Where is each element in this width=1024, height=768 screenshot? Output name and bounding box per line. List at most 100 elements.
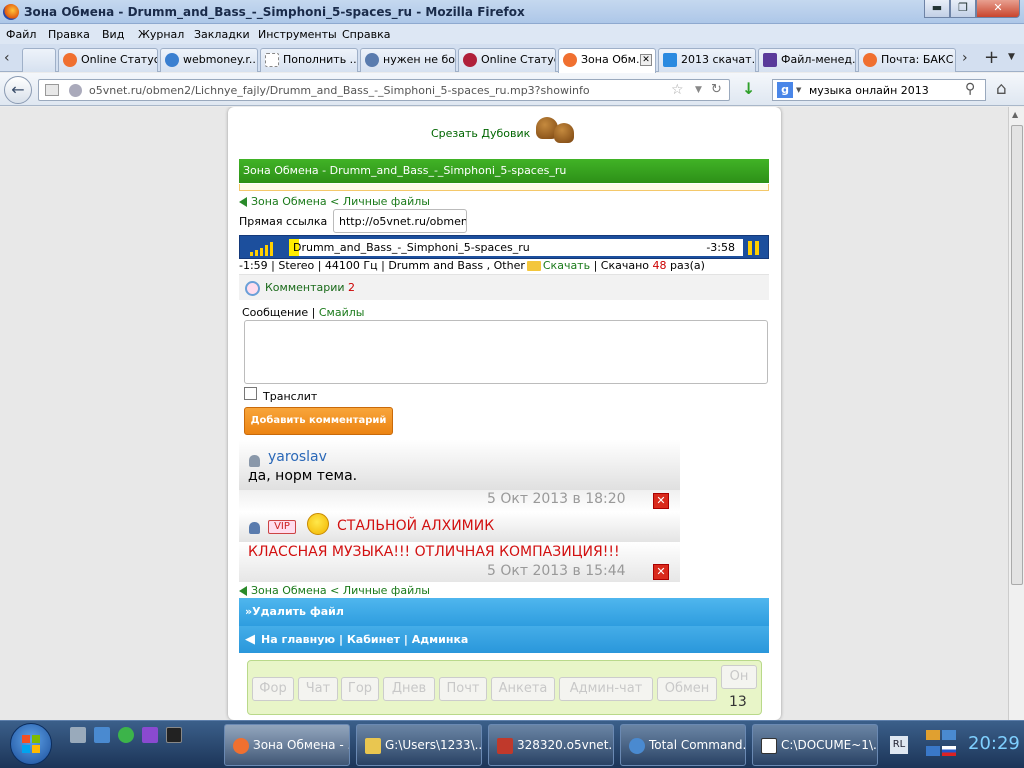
task-total-commander[interactable]: Total Command... <box>620 724 746 766</box>
menu-mail[interactable]: Почт <box>439 677 487 701</box>
task-firefox[interactable]: Зона Обмена - ... <box>224 724 350 766</box>
menu-help[interactable]: Справка <box>342 28 390 41</box>
search-box[interactable]: g ▼ музыка онлайн 2013 ⚲ <box>772 79 986 101</box>
scroll-tabs-left-icon[interactable]: ‹ <box>4 50 10 66</box>
vip-badge: VIP <box>268 520 296 534</box>
back-button[interactable]: ← <box>4 76 32 104</box>
google-icon: g <box>777 82 793 98</box>
breadcrumb-home[interactable]: Зона Обмена <box>251 584 327 597</box>
url-history-icon[interactable]: ▼ <box>695 85 702 95</box>
menu-file[interactable]: Файл <box>6 28 36 41</box>
language-indicator[interactable]: RL <box>890 736 908 754</box>
network-icon-2[interactable] <box>926 746 940 756</box>
nav-cabinet[interactable]: Кабинет <box>347 633 400 646</box>
page-header: Зона Обмена - Drumm_and_Bass_-_Simphoni_… <box>239 159 769 183</box>
quicklaunch-desktop-icon[interactable] <box>94 727 110 743</box>
message-labels: Сообщение | Смайлы <box>242 306 365 319</box>
network-icon[interactable] <box>942 730 956 740</box>
restore-button[interactable]: ❐ <box>950 0 976 18</box>
start-button[interactable] <box>10 723 52 765</box>
delete-comment-icon[interactable]: ✕ <box>653 564 669 580</box>
quicklaunch-clock-icon[interactable] <box>70 727 86 743</box>
clock[interactable]: 20:29 <box>968 733 1020 754</box>
new-tab-icon[interactable]: + <box>984 47 999 68</box>
menu-city[interactable]: Гор <box>341 677 379 701</box>
comment-textarea[interactable] <box>244 320 768 384</box>
tab-webmoney[interactable]: webmoney.r... <box>160 48 258 72</box>
chevron-down-icon[interactable]: ▼ <box>796 86 801 94</box>
heart-icon <box>63 53 77 67</box>
minimize-button[interactable]: ▬ <box>924 0 950 18</box>
scroll-tabs-right-icon[interactable]: › <box>962 50 968 66</box>
scrollbar-thumb[interactable] <box>1011 125 1023 585</box>
search-icon[interactable]: ⚲ <box>965 81 975 97</box>
tab-file-manager[interactable]: Файл-менед... <box>758 48 856 72</box>
nav-admin[interactable]: Админка <box>412 633 469 646</box>
menu-admin-chat[interactable]: Админ-чат <box>559 677 653 701</box>
tab-blank[interactable] <box>22 48 56 72</box>
quicklaunch-icq-icon[interactable] <box>118 727 134 743</box>
breadcrumb-section[interactable]: Личные файлы <box>343 584 430 597</box>
breadcrumb-home[interactable]: Зона Обмена <box>251 195 327 208</box>
back-arrow-icon: ◀ <box>245 632 255 647</box>
breadcrumb-section[interactable]: Личные файлы <box>343 195 430 208</box>
quicklaunch-vs-icon[interactable] <box>142 727 158 743</box>
bookmark-star-icon[interactable]: ☆ <box>671 82 684 98</box>
delete-file-link[interactable]: »Удалить файл <box>239 598 769 626</box>
nav-home[interactable]: На главную <box>261 633 335 646</box>
volume-bars-icon[interactable] <box>250 242 280 256</box>
info-genre: Drumm and Bass , Other <box>388 259 525 272</box>
menu-edit[interactable]: Правка <box>48 28 90 41</box>
download-icon[interactable]: ↓ <box>742 79 755 98</box>
site-identity-icon[interactable] <box>69 84 82 97</box>
menu-chat[interactable]: Чат <box>298 677 338 701</box>
pause-icon[interactable] <box>748 241 760 255</box>
menu-profile[interactable]: Анкета <box>491 677 555 701</box>
comments-link[interactable]: Комментарии <box>265 281 345 294</box>
comment-author[interactable]: СТАЛЬНОЙ АЛХИМИК <box>337 518 494 534</box>
home-icon[interactable]: ⌂ <box>996 79 1007 99</box>
comment-author[interactable]: yaroslav <box>268 449 327 465</box>
add-comment-button[interactable]: Добавить комментарий <box>244 407 393 435</box>
menu-exchange[interactable]: Обмен <box>657 677 717 701</box>
progress-track[interactable]: Drumm_and_Bass_-_Simphoni_5-spaces_ru -3… <box>289 239 743 256</box>
reload-icon[interactable]: ↻ <box>711 82 722 97</box>
key-icon[interactable] <box>926 730 940 740</box>
tab-needed[interactable]: нужен не бо... <box>360 48 456 72</box>
translit-checkbox[interactable] <box>244 387 257 400</box>
tab-mail[interactable]: Почта: БАКС <box>858 48 956 72</box>
comment-text: КЛАССНАЯ МУЗЫКА!!! ОТЛИЧНАЯ КОМПАЗИЦИЯ!!… <box>248 544 620 560</box>
menu-forum[interactable]: Фор <box>252 677 294 701</box>
tab-exchange-zone[interactable]: Зона Обм... ✕ <box>558 48 656 73</box>
task-7zip[interactable]: C:\DOCUME~1\... <box>752 724 878 766</box>
task-explorer[interactable]: G:\Users\1233\... <box>356 724 482 766</box>
menu-diary[interactable]: Днев <box>383 677 435 701</box>
title-bar: Зона Обмена - Drumm_and_Bass_-_Simphoni_… <box>0 0 1024 24</box>
menu-tools[interactable]: Инструменты <box>258 28 337 41</box>
close-tab-icon[interactable]: ✕ <box>640 54 652 66</box>
menu-view[interactable]: Вид <box>102 28 124 41</box>
task-filezilla[interactable]: 328320.o5vnet.... <box>488 724 614 766</box>
url-bar[interactable]: o5vnet.ru/obmen2/Lichnye_fajly/Drumm_and… <box>38 79 730 101</box>
track-name: Drumm_and_Bass_-_Simphoni_5-spaces_ru <box>293 241 530 254</box>
delete-comment-icon[interactable]: ✕ <box>653 493 669 509</box>
menu-online[interactable]: Он <box>721 665 757 689</box>
tab-list-icon[interactable]: ▼ <box>1008 52 1015 62</box>
direct-link-field[interactable]: http://o5vnet.ru/obmen/Lic <box>333 209 467 233</box>
k-icon <box>463 53 477 67</box>
smiles-link[interactable]: Смайлы <box>319 306 365 319</box>
tab-download-2013[interactable]: 2013 скачат... <box>658 48 756 72</box>
russia-flag-icon[interactable] <box>942 746 956 756</box>
tab-topup[interactable]: Пополнить ... <box>260 48 358 72</box>
download-link[interactable]: Скачать <box>543 259 590 272</box>
ua-icon <box>763 53 777 67</box>
menu-bookmarks[interactable]: Закладки <box>194 28 250 41</box>
banner-link[interactable]: Срезать Дубовик <box>431 127 530 140</box>
quicklaunch-pw-icon[interactable] <box>166 727 182 743</box>
tab-online-status-2[interactable]: Online Статус <box>458 48 556 72</box>
menu-history[interactable]: Журнал <box>138 28 184 41</box>
vertical-scrollbar[interactable]: ▲ <box>1008 107 1024 720</box>
close-button[interactable]: ✕ <box>976 0 1020 18</box>
tab-online-status[interactable]: Online Статус <box>58 48 158 72</box>
scroll-up-icon[interactable]: ▲ <box>1012 110 1018 119</box>
